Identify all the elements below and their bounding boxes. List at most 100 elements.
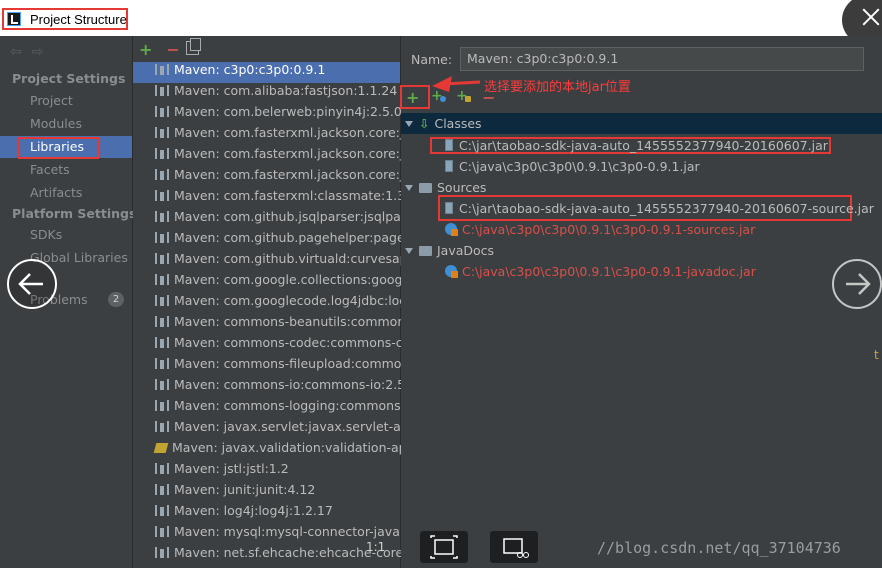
sources-node[interactable]: Sources — [405, 180, 486, 195]
library-item[interactable]: Maven: com.fasterxml.jackson.core:jack — [155, 146, 425, 167]
problems-count-badge: 2 — [108, 292, 124, 307]
library-icon — [155, 190, 169, 201]
sidebar-item-libraries[interactable]: Libraries — [30, 139, 84, 154]
javadocs-item[interactable]: C:\java\c3p0\c3p0\0.9.1\c3p0-0.9.1-javad… — [445, 264, 756, 279]
sidebar-item-sdks[interactable]: SDKs — [30, 227, 62, 242]
library-item[interactable]: Maven: com.github.jsqlparser:jsqlparse — [155, 209, 420, 230]
sidebar-item-artifacts[interactable]: Artifacts — [30, 185, 82, 200]
library-icon — [155, 379, 169, 390]
library-icon — [155, 316, 169, 327]
javadocs-label: JavaDocs — [437, 243, 495, 258]
crop-button[interactable] — [490, 531, 538, 563]
library-item[interactable]: Maven: jstl:jstl:1.2 — [155, 461, 289, 482]
library-item[interactable]: Maven: javax.validation:validation-api:1 — [153, 440, 423, 461]
doc-icon — [464, 96, 471, 102]
watermark: //blog.csdn.net/qq_37104736 — [597, 539, 841, 557]
library-item[interactable]: Maven: commons-beanutils:commons- — [155, 314, 416, 335]
forward-arrow-icon[interactable]: ⇨ — [32, 44, 44, 60]
expand-icon[interactable] — [405, 248, 413, 254]
close-icon[interactable] — [862, 8, 880, 26]
expand-icon[interactable] — [405, 185, 413, 191]
attach-classes-button[interactable]: + — [431, 88, 446, 104]
library-item[interactable]: Maven: com.fasterxml:classmate:1.3.1 — [155, 188, 417, 209]
library-item-label: Maven: mysql:mysql-connector-java:5.1 — [174, 524, 424, 539]
classes-node[interactable]: ⇩ Classes — [405, 116, 482, 131]
library-name-field[interactable]: Maven: c3p0:c3p0:0.9.1 — [460, 47, 864, 71]
source-jar-icon — [445, 223, 458, 236]
library-icon — [155, 232, 169, 243]
sidebar-item-facets[interactable]: Facets — [30, 162, 70, 177]
back-arrow-icon[interactable]: ⇦ — [10, 44, 22, 60]
add-library-icon[interactable]: + — [139, 40, 152, 59]
library-item-label: Maven: junit:junit:4.12 — [174, 482, 316, 497]
classes-item-path: C:\java\c3p0\c3p0\0.9.1\c3p0-0.9.1.jar — [459, 159, 700, 174]
library-item[interactable]: Maven: com.fasterxml.jackson.core:jack — [155, 167, 425, 188]
left-arrow-icon — [18, 273, 43, 295]
annotation-text: 选择要添加的本地jar位置 — [484, 80, 631, 95]
sources-item-path: C:\jar\taobao-sdk-java-auto_145555237794… — [459, 201, 874, 216]
library-item[interactable]: Maven: commons-io:commons-io:2.5 — [155, 377, 405, 398]
library-item-label: Maven: com.github.jsqlparser:jsqlparse — [174, 209, 421, 224]
next-image-button[interactable] — [832, 259, 882, 309]
library-item[interactable]: Maven: com.googlecode.log4jdbc:log4 — [155, 293, 415, 314]
validation-library-icon — [153, 443, 169, 453]
library-icon — [155, 106, 169, 117]
library-item[interactable]: Maven: com.github.virtuald:curvesapi:1 — [155, 251, 423, 272]
library-item-label: Maven: com.fasterxml.jackson.core:jack — [174, 146, 426, 161]
library-item-label: Maven: com.google.collections:google — [174, 272, 414, 287]
globe-icon — [439, 96, 446, 102]
library-icon — [155, 274, 169, 285]
fit-screen-icon — [430, 535, 458, 559]
library-icon — [155, 505, 169, 516]
library-item[interactable]: Maven: commons-fileupload:commons — [155, 356, 416, 377]
library-item[interactable]: Maven: com.google.collections:google — [155, 272, 414, 293]
library-item-label: Maven: commons-fileupload:commons — [174, 356, 416, 371]
library-item-label: Maven: com.fasterxml.jackson.core:jack — [174, 125, 426, 140]
library-icon — [155, 421, 169, 432]
library-item[interactable]: Maven: com.fasterxml.jackson.core:jack — [155, 125, 425, 146]
sidebar-item-project[interactable]: Project — [30, 93, 73, 108]
library-item[interactable]: Maven: net.sf.ehcache:ehcache-core:2.6 — [155, 545, 427, 566]
add-root-button[interactable]: + — [406, 88, 419, 107]
library-item[interactable]: Maven: commons-codec:commons-coc — [155, 335, 417, 356]
classes-item[interactable]: C:\java\c3p0\c3p0\0.9.1\c3p0-0.9.1.jar — [445, 159, 700, 174]
javadocs-node[interactable]: JavaDocs — [405, 243, 494, 258]
jar-icon — [445, 139, 453, 151]
expand-icon[interactable] — [405, 121, 413, 127]
title-bar: Project Structure — [0, 0, 882, 36]
library-icon — [155, 400, 169, 411]
library-item-label: Maven: com.fasterxml:classmate:1.3.1 — [174, 188, 418, 203]
window-title: Project Structure — [30, 12, 127, 27]
library-item[interactable]: Maven: commons-logging:commons-lo — [155, 398, 416, 419]
library-item[interactable]: Maven: com.github.pagehelper:pagehe — [155, 230, 420, 251]
library-icon — [155, 148, 169, 159]
library-item[interactable]: Maven: junit:junit:4.12 — [155, 482, 315, 503]
library-icon — [155, 547, 169, 558]
attach-javadoc-button[interactable]: + — [456, 88, 471, 104]
library-item-label: Maven: com.googlecode.log4jdbc:log4 — [174, 293, 416, 308]
library-item-label: Maven: net.sf.ehcache:ehcache-core:2.6 — [174, 545, 428, 560]
sources-item[interactable]: C:\java\c3p0\c3p0\0.9.1\c3p0-0.9.1-sourc… — [445, 222, 755, 237]
remove-library-icon[interactable]: − — [166, 40, 179, 59]
library-item[interactable]: Maven: com.alibaba:fastjson:1.1.24 — [155, 83, 397, 104]
jar-icon — [445, 202, 453, 214]
library-item-label: Maven: javax.validation:validation-api:1 — [172, 440, 423, 455]
sources-item[interactable]: C:\jar\taobao-sdk-java-auto_145555237794… — [445, 201, 874, 216]
section-project-settings: Project Settings — [12, 71, 126, 86]
libraries-toolbar: + − — [139, 40, 180, 59]
right-arrow-icon — [846, 273, 871, 295]
fit-screen-button[interactable] — [420, 531, 468, 563]
library-item-label: Maven: log4j:log4j:1.2.17 — [174, 503, 333, 518]
library-item[interactable]: Maven: com.belerweb:pinyin4j:2.5.0 — [155, 104, 402, 125]
classes-item[interactable]: C:\jar\taobao-sdk-java-auto_145555237794… — [445, 138, 828, 153]
copy-library-icon[interactable] — [186, 38, 201, 55]
library-item-label: Maven: com.alibaba:fastjson:1.1.24 — [174, 83, 398, 98]
library-item-label: Maven: commons-codec:commons-coc — [174, 335, 418, 350]
library-item[interactable]: Maven: javax.servlet:javax.servlet-api:3… — [155, 419, 428, 440]
previous-image-button[interactable] — [7, 259, 57, 309]
sidebar-item-modules[interactable]: Modules — [30, 116, 82, 131]
library-icon — [155, 127, 169, 138]
library-item[interactable]: Maven: c3p0:c3p0:0.9.1 — [133, 62, 400, 83]
library-item[interactable]: Maven: log4j:log4j:1.2.17 — [155, 503, 333, 524]
classes-icon: ⇩ — [419, 116, 430, 131]
